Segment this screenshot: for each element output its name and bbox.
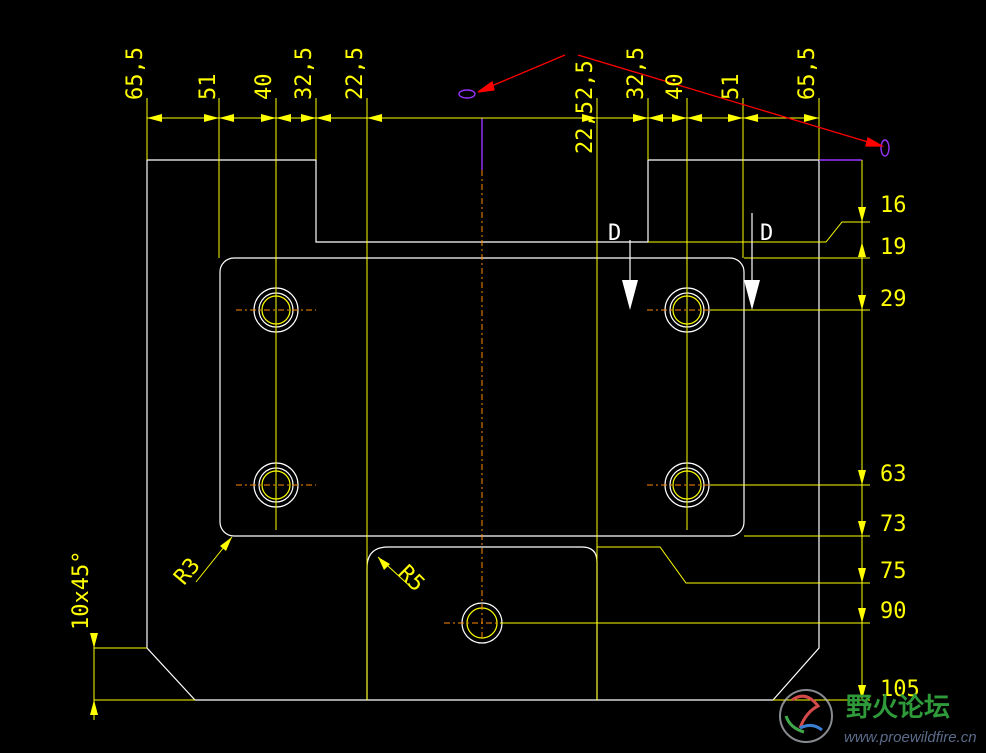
- cad-drawing: 65,5 51 40 32,5 22,5 2,5 22,5 32,5 40 51…: [69, 47, 977, 746]
- radius-label-r3: R3: [169, 553, 205, 589]
- centerlines: [236, 170, 727, 640]
- right-dim-16: 16: [880, 193, 907, 218]
- watermark-url: www.proewildfire.cn: [844, 729, 977, 746]
- right-dimension-labels: 16 19 29 63 73 75 90 105: [880, 193, 920, 702]
- top-dim-32-5-left: 32,5: [292, 47, 317, 100]
- top-dim-65-5-right: 65,5: [795, 47, 820, 100]
- top-dim-22-5-right: 22,5: [573, 101, 598, 154]
- top-dim-51-left: 51: [196, 74, 221, 101]
- right-dim-29: 29: [880, 287, 907, 312]
- top-dim-32-5-right: 32,5: [624, 47, 649, 100]
- dimension-arrows: [90, 114, 866, 715]
- right-dim-90: 90: [880, 599, 907, 624]
- top-dimension-labels: 65,5 51 40 32,5 22,5 2,5 22,5 32,5 40 51…: [123, 47, 820, 154]
- feature-labels: R3 R5 10x45°: [69, 551, 429, 630]
- right-dim-73: 73: [880, 512, 907, 537]
- watermark-logo-icon: [779, 689, 833, 743]
- top-dim-65-5-left: 65,5: [123, 47, 148, 100]
- top-dim-2-5-right: 2,5: [573, 60, 598, 100]
- datum-markers: [458, 89, 890, 170]
- chamfer-label: 10x45°: [69, 551, 94, 630]
- top-dim-51-right: 51: [719, 74, 744, 101]
- watermark: 野火论坛 www.proewildfire.cn: [779, 689, 977, 746]
- top-dim-22-5-left: 22,5: [343, 47, 368, 100]
- part-outline: [146, 159, 820, 701]
- top-dim-40-left: 40: [252, 74, 277, 101]
- section-label-d-right: D: [760, 221, 773, 246]
- top-dim-40-right: 40: [663, 74, 688, 101]
- right-dim-63: 63: [880, 462, 907, 487]
- right-dim-75: 75: [880, 559, 907, 584]
- radius-label-r5: R5: [393, 561, 429, 597]
- watermark-name: 野火论坛: [846, 693, 950, 723]
- right-dim-19: 19: [880, 235, 907, 260]
- section-label-d-left: D: [608, 221, 621, 246]
